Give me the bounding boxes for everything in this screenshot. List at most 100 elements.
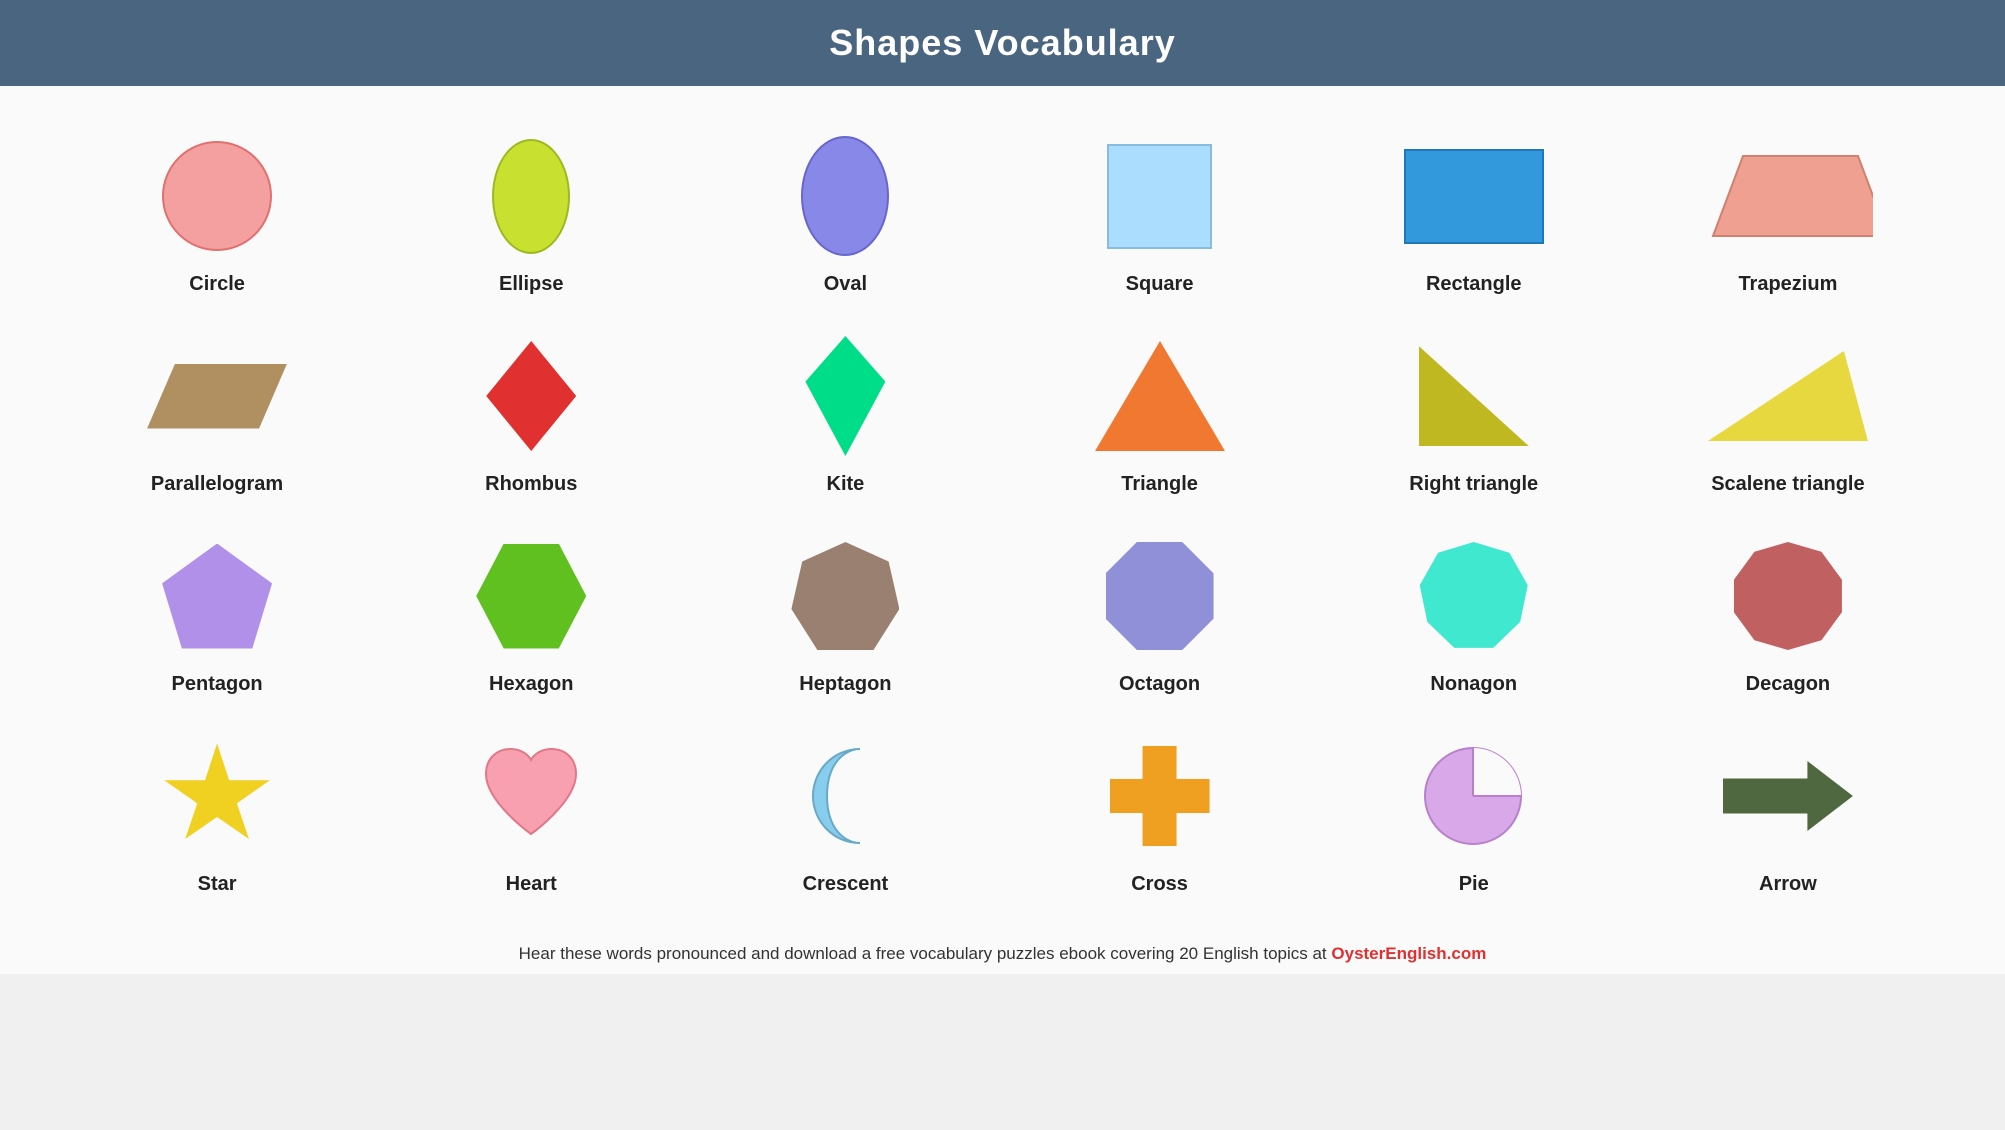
shape-cell-crescent: Crescent (688, 716, 1002, 906)
footer: Hear these words pronounced and download… (0, 926, 2005, 974)
oval-shape (801, 136, 889, 256)
shape-trapezium-container (1631, 131, 1945, 261)
right-triangle-label: Right triangle (1409, 473, 1538, 496)
rhombus-label: Rhombus (485, 473, 577, 496)
shape-cell-kite: Kite (688, 316, 1002, 506)
shape-heptagon-container (688, 531, 1002, 661)
shape-oval-container (688, 131, 1002, 261)
shape-cell-rectangle: Rectangle (1317, 116, 1631, 306)
shape-square-container (1002, 131, 1316, 261)
shape-cell-ellipse: Ellipse (374, 116, 688, 306)
shape-pie-container (1317, 731, 1631, 861)
shape-rhombus-container (374, 331, 688, 461)
shape-cell-circle: Circle (60, 116, 374, 306)
shape-rectangle-container (1317, 131, 1631, 261)
triangle-shape (1095, 341, 1225, 451)
shape-cell-star: Star (60, 716, 374, 906)
pie-label: Pie (1459, 873, 1489, 896)
shape-ellipse-container (374, 131, 688, 261)
circle-label: Circle (189, 273, 245, 296)
shape-crescent-container (688, 731, 1002, 861)
shape-cell-scalene-triangle: Scalene triangle (1631, 316, 1945, 506)
shape-cell-decagon: Decagon (1631, 516, 1945, 706)
heart-label: Heart (506, 873, 557, 896)
shape-cell-nonagon: Nonagon (1317, 516, 1631, 706)
triangle-label: Triangle (1121, 473, 1198, 496)
footer-link[interactable]: OysterEnglish.com (1331, 944, 1486, 963)
shape-cell-cross: Cross (1002, 716, 1316, 906)
shape-cell-pie: Pie (1317, 716, 1631, 906)
rectangle-shape (1404, 149, 1544, 244)
shape-cell-oval: Oval (688, 116, 1002, 306)
shape-cell-arrow: Arrow (1631, 716, 1945, 906)
shape-cell-right-triangle: Right triangle (1317, 316, 1631, 506)
shape-cell-trapezium: Trapezium (1631, 116, 1945, 306)
shape-heart-container (374, 731, 688, 861)
hexagon-shape (476, 544, 586, 649)
hexagon-label: Hexagon (489, 673, 573, 696)
page-title: Shapes Vocabulary (829, 22, 1175, 63)
star-shape (162, 744, 272, 849)
shape-hexagon-container (374, 531, 688, 661)
shape-cell-octagon: Octagon (1002, 516, 1316, 706)
shape-cell-heart: Heart (374, 716, 688, 906)
scalene-triangle-shape (1708, 351, 1868, 441)
shape-cell-rhombus: Rhombus (374, 316, 688, 506)
shape-decagon-container (1631, 531, 1945, 661)
pie-shape (1421, 744, 1526, 849)
pentagon-shape (162, 544, 272, 649)
ellipse-shape (492, 139, 570, 254)
scalene-triangle-label: Scalene triangle (1711, 473, 1864, 496)
shape-cell-triangle: Triangle (1002, 316, 1316, 506)
heptagon-shape (791, 542, 899, 650)
cross-shape (1110, 746, 1210, 846)
shape-kite-container (688, 331, 1002, 461)
decagon-shape (1734, 542, 1842, 650)
shape-cell-pentagon: Pentagon (60, 516, 374, 706)
heart-shape (476, 744, 586, 849)
heptagon-label: Heptagon (799, 673, 891, 696)
shape-scalene-triangle-container (1631, 331, 1945, 461)
decagon-label: Decagon (1746, 673, 1830, 696)
square-shape (1107, 144, 1212, 249)
shape-right-triangle-container (1317, 331, 1631, 461)
shape-pentagon-container (60, 531, 374, 661)
octagon-shape (1106, 542, 1214, 650)
shape-circle-container (60, 131, 374, 261)
trapezium-shape (1703, 146, 1873, 246)
parallelogram-label: Parallelogram (151, 473, 283, 496)
ellipse-label: Ellipse (499, 273, 563, 296)
shape-cell-heptagon: Heptagon (688, 516, 1002, 706)
crescent-shape (795, 739, 895, 854)
main-content: Circle Ellipse Oval Square Rectangle (0, 86, 2005, 926)
shape-cell-hexagon: Hexagon (374, 516, 688, 706)
trapezium-label: Trapezium (1738, 273, 1837, 296)
arrow-shape (1723, 761, 1853, 831)
star-label: Star (198, 873, 237, 896)
shape-triangle-container (1002, 331, 1316, 461)
octagon-label: Octagon (1119, 673, 1200, 696)
shape-cell-square: Square (1002, 116, 1316, 306)
shape-nonagon-container (1317, 531, 1631, 661)
shape-octagon-container (1002, 531, 1316, 661)
parallelogram-shape (147, 364, 287, 429)
shape-star-container (60, 731, 374, 861)
shape-cell-parallelogram: Parallelogram (60, 316, 374, 506)
circle-shape (162, 141, 272, 251)
oval-label: Oval (824, 273, 867, 296)
right-triangle-shape (1419, 346, 1529, 446)
kite-shape (805, 336, 885, 456)
shape-parallelogram-container (60, 331, 374, 461)
shape-arrow-container (1631, 731, 1945, 861)
cross-label: Cross (1131, 873, 1188, 896)
footer-text: Hear these words pronounced and download… (519, 944, 1332, 963)
nonagon-shape (1420, 542, 1528, 650)
pentagon-label: Pentagon (172, 673, 263, 696)
square-label: Square (1126, 273, 1194, 296)
kite-label: Kite (827, 473, 865, 496)
header: Shapes Vocabulary (0, 0, 2005, 86)
crescent-label: Crescent (803, 873, 889, 896)
rectangle-label: Rectangle (1426, 273, 1522, 296)
shape-cross-container (1002, 731, 1316, 861)
arrow-label: Arrow (1759, 873, 1817, 896)
